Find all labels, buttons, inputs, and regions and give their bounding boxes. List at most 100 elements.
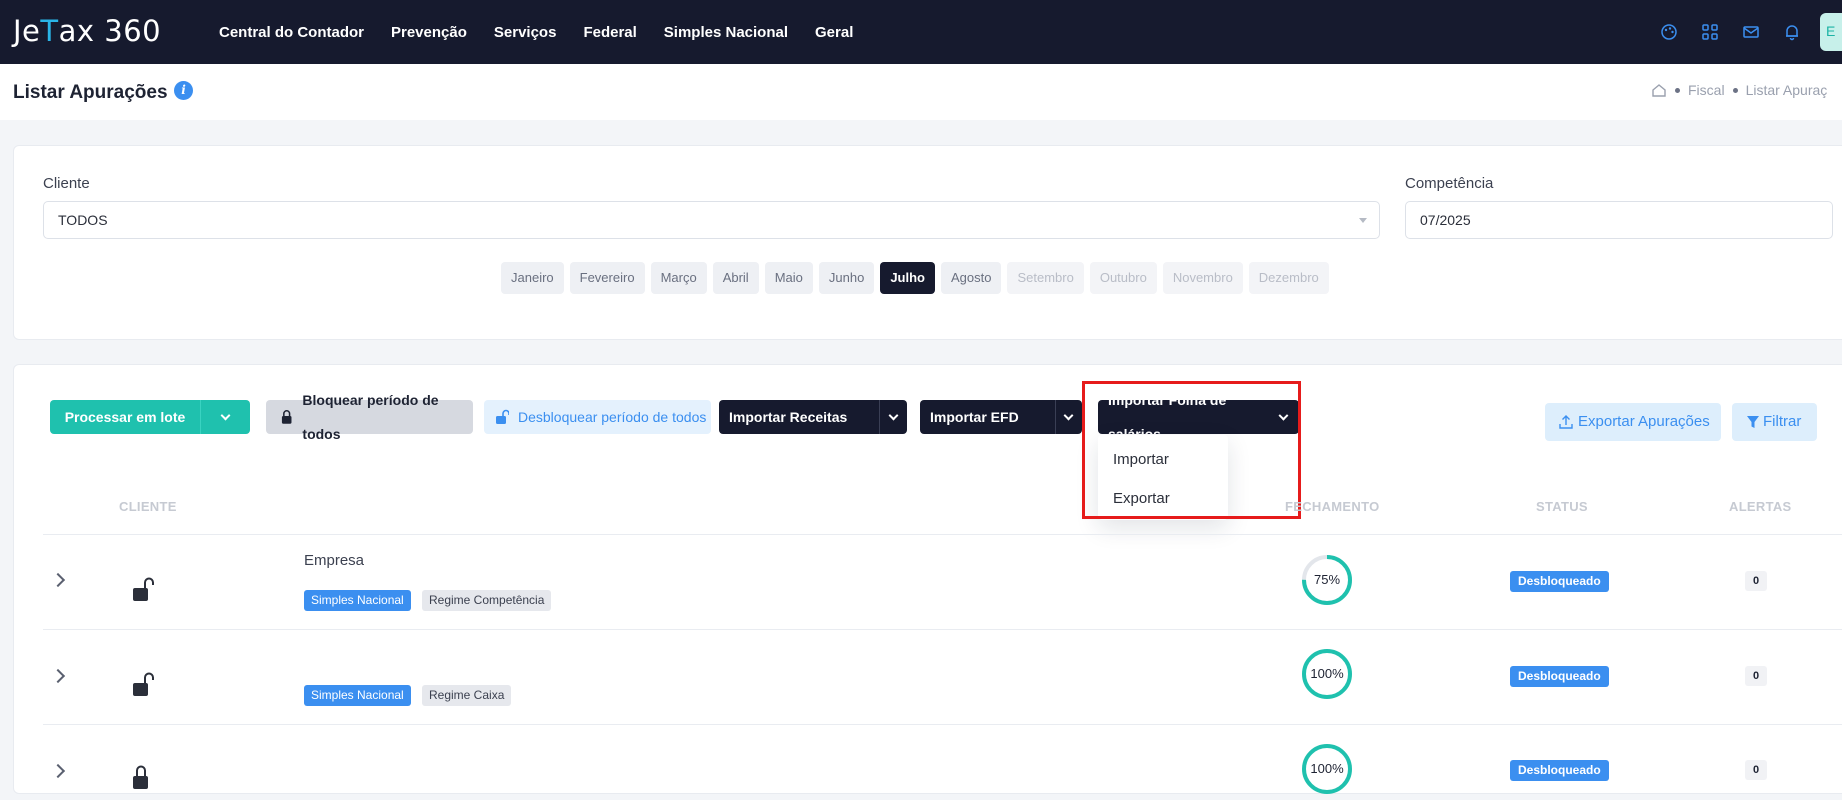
month-janeiro[interactable]: Janeiro [501,262,564,294]
export-apuracoes-label: Exportar Apurações [1578,413,1710,430]
logo-mark: T [40,14,59,48]
tag-regime-apuracao: Regime Competência [422,590,552,611]
breadcrumb: Fiscal Listar Apuraç [1651,82,1827,98]
breadcrumb-item-current: Listar Apuraç [1745,82,1828,98]
top-navbar: Je Tax 360 Central do Contador Prevenção … [0,0,1842,64]
status-badge: Desbloqueado [1510,571,1609,592]
lock-icon [133,765,148,789]
cliente-label: Cliente [43,175,90,192]
info-icon[interactable]: i [174,81,193,100]
home-icon[interactable] [1651,83,1667,98]
tag-regime-tributario: Simples Nacional [304,590,411,611]
company-name: Empresa [304,552,365,569]
filter-card [13,145,1842,340]
mail-icon[interactable] [1737,18,1765,46]
month-fevereiro[interactable]: Fevereiro [569,262,645,294]
filter-button[interactable]: Filtrar [1732,403,1817,441]
month-abril[interactable]: Abril [712,262,759,294]
import-efd-button[interactable]: Importar EFD Reinf [920,400,1082,459]
import-efd-label: Importar EFD Reinf [930,409,1019,459]
logo-text: Je [13,14,41,48]
chevron-down-icon [1359,218,1367,223]
progress-ring: 100% [1301,648,1353,700]
import-das-dropdown[interactable] [879,400,907,434]
breadcrumb-separator [1675,87,1680,93]
nav-item-geral[interactable]: Geral [815,24,853,41]
filter-icon [1747,415,1759,428]
lock-icon [281,410,292,424]
process-batch-label: Processar em lote [64,409,186,425]
competencia-value: 07/2025 [1420,212,1471,228]
month-dezembro: Dezembro [1248,262,1329,294]
import-das-label: Importar Receitas DAS [729,409,848,459]
progress-value: 100% [1310,761,1344,776]
brand-logo[interactable]: Je Tax 360 [13,14,161,48]
row-divider [43,629,1842,630]
month-marco[interactable]: Março [650,262,707,294]
month-junho[interactable]: Junho [818,262,875,294]
nav-item-central-contador[interactable]: Central do Contador [219,24,364,41]
chevron-down-icon [888,410,899,420]
page-header: Listar Apurações [0,64,1842,120]
progress-value: 100% [1310,666,1344,681]
top-icons: E [1642,0,1842,64]
status-badge: Desbloqueado [1510,760,1609,781]
nav-item-prevencao[interactable]: Prevenção [391,24,467,41]
month-novembro: Novembro [1162,262,1243,294]
tag-regime-apuracao: Regime Caixa [422,685,512,706]
import-efd-dropdown[interactable] [1054,400,1082,434]
lock-all-label: Bloquear período de todos [302,392,439,442]
import-das-button[interactable]: Importar Receitas DAS [719,400,907,459]
process-batch-button[interactable]: Processar em lote [50,400,250,434]
tag-regime-tributario: Simples Nacional [304,685,411,706]
month-outubro: Outubro [1089,262,1157,294]
chevron-down-icon [1063,410,1074,420]
user-menu-button[interactable]: E [1820,13,1842,51]
palette-icon[interactable] [1655,18,1683,46]
cliente-select[interactable]: TODOS [43,201,1380,239]
nav-item-simples-nacional[interactable]: Simples Nacional [664,24,788,41]
progress-ring: 100% [1301,743,1353,795]
month-selector: Janeiro Fevereiro Março Abril Maio Junho… [501,262,1335,294]
month-agosto[interactable]: Agosto [940,262,1002,294]
cliente-select-value: TODOS [58,212,108,228]
unlock-icon [133,577,154,601]
alerts-count: 0 [1745,666,1767,686]
export-apuracoes-button[interactable]: Exportar Apurações [1545,403,1721,441]
unlock-all-button[interactable]: Desbloquear período de todos [484,400,711,434]
row-divider [43,724,1842,725]
page-title: Listar Apurações [13,82,168,103]
breadcrumb-separator [1732,87,1738,93]
unlock-all-label: Desbloquear período de todos [518,409,707,425]
status-badge: Desbloqueado [1510,666,1609,687]
lock-all-button[interactable]: Bloquear período de todos [266,392,473,442]
breadcrumb-item-fiscal[interactable]: Fiscal [1688,82,1725,98]
competencia-label: Competência [1405,175,1494,192]
progress-value: 75% [1313,572,1341,587]
unlock-icon [133,672,154,696]
column-header-fechamento[interactable]: FECHAMENTO [1285,499,1379,514]
progress-ring: 75% [1301,554,1353,606]
column-header-cliente[interactable]: CLIENTE [119,499,177,514]
unlock-icon [496,409,509,424]
table-divider [43,534,1842,535]
process-batch-dropdown[interactable] [200,400,250,434]
logo-text-suffix: ax 360 [58,14,162,48]
nav-item-federal[interactable]: Federal [583,24,636,41]
alerts-count: 0 [1745,571,1767,591]
column-header-alertas[interactable]: ALERTAS [1729,499,1792,514]
month-maio[interactable]: Maio [764,262,813,294]
column-header-status[interactable]: STATUS [1536,499,1588,514]
main-nav: Central do Contador Prevenção Serviços F… [219,0,880,64]
nav-item-servicos[interactable]: Serviços [494,24,557,41]
competencia-input[interactable]: 07/2025 [1405,201,1833,239]
filter-label: Filtrar [1763,413,1802,430]
highlight-box [1082,381,1301,519]
upload-icon [1559,415,1573,429]
alerts-count: 0 [1745,760,1767,780]
month-julho[interactable]: Julho [880,262,935,294]
chevron-down-icon [220,410,231,420]
apps-grid-icon[interactable] [1696,18,1724,46]
bell-icon[interactable] [1778,18,1806,46]
month-setembro: Setembro [1007,262,1084,294]
